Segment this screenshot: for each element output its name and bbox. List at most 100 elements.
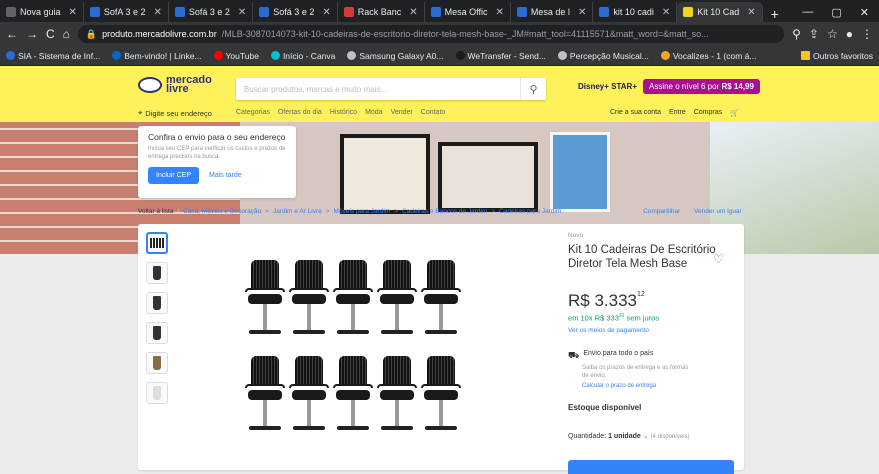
login-link[interactable]: Entre (669, 109, 686, 117)
office-chair (333, 254, 373, 350)
bookmark-item[interactable]: Bem-vindo! | Linke... (112, 51, 202, 61)
favorite-heart-icon[interactable]: ♡ (713, 252, 724, 266)
search-input[interactable]: Buscar produtos, marcas e muito mais... … (236, 78, 546, 100)
thumbnail-6[interactable] (146, 382, 168, 404)
product-main-image[interactable] (238, 254, 468, 470)
breadcrumb-item[interactable]: Cadeiras para Jardim (499, 208, 561, 215)
browser-tab[interactable]: Sofá 3 e 2 ✕ (253, 2, 338, 22)
later-button[interactable]: Mais tarde (209, 172, 242, 179)
thumbnail-5[interactable] (146, 352, 168, 374)
close-icon[interactable]: ✕ (69, 7, 77, 18)
payment-methods-link[interactable]: Ver os meios de pagamento (568, 327, 738, 334)
wall-frame (550, 132, 610, 212)
office-chair (245, 350, 285, 446)
browser-tab[interactable]: Sofá 3 e 2 ✕ (169, 2, 254, 22)
sell-similar-link[interactable]: Vender um igual (694, 208, 741, 215)
search-icon[interactable]: ⚲ (792, 27, 801, 41)
share-link[interactable]: Compartilhar (643, 208, 680, 215)
favicon-icon (343, 7, 354, 17)
condition-label: Novo (568, 232, 584, 239)
menu-icon[interactable]: ⋮ (861, 27, 873, 41)
url-domain: produto.mercadolivre.com.br (102, 29, 217, 39)
close-icon[interactable]: ✕ (578, 7, 586, 18)
bookmark-item[interactable]: Início - Canva (270, 51, 335, 61)
thumbnail-3[interactable] (146, 292, 168, 314)
wall-frame (340, 134, 430, 214)
close-icon[interactable]: ✕ (747, 7, 755, 18)
breadcrumb-item[interactable]: Casa, Móveis e Decoração (183, 208, 261, 215)
bookmark-icon (455, 51, 465, 60)
share-icon[interactable]: ⇪ (809, 27, 819, 41)
forward-icon[interactable]: → (26, 27, 38, 41)
close-icon[interactable]: ✕ (322, 7, 330, 18)
header-nav-link[interactable]: Categorias (236, 109, 270, 116)
site-header: mercado livre Buscar produtos, marcas e m… (0, 66, 879, 122)
home-icon[interactable]: ⌂ (63, 27, 70, 41)
new-tab-button[interactable]: + (763, 6, 787, 22)
breadcrumb: Voltar à lista | Casa, Móveis e Decoraçã… (138, 207, 741, 215)
close-icon[interactable]: ✕ (409, 7, 417, 18)
bookmark-icon (6, 51, 15, 60)
purchases-link[interactable]: Compras (694, 109, 722, 117)
favicon-icon (6, 7, 16, 17)
address-bar[interactable]: 🔒 produto.mercadolivre.com.br/MLB-308701… (77, 25, 785, 43)
minimize-icon[interactable]: — (802, 6, 813, 18)
promo-banner[interactable]: Disney+ STAR+ Assine o nível 6 por R$ 14… (578, 79, 760, 94)
browser-tab[interactable]: kit 10 cadi ✕ (593, 2, 678, 22)
buy-now-button[interactable] (568, 460, 734, 474)
bookmark-item[interactable]: SIA - Sistema de Inf... (6, 51, 100, 61)
office-chair (289, 350, 329, 446)
subscribe-button[interactable]: Assine o nível 6 por R$ 14,99 (642, 79, 760, 94)
close-icon[interactable]: ✕ (496, 7, 504, 18)
browser-tab[interactable]: Rack Banc ✕ (338, 2, 425, 22)
restore-icon[interactable]: ▢ (831, 6, 841, 19)
other-favorites[interactable]: Outros favoritos (801, 51, 873, 61)
header-nav-link[interactable]: Histórico (330, 109, 357, 116)
favicon-icon (683, 7, 694, 17)
header-nav-link[interactable]: Contato (421, 109, 446, 116)
thumbnail-2[interactable] (146, 262, 168, 284)
include-cep-button[interactable]: Incluir CEP (148, 167, 200, 184)
browser-tab[interactable]: Nova guia ✕ (0, 2, 84, 22)
browser-tab[interactable]: Mesa Offic ✕ (425, 2, 511, 22)
url-path: /MLB-3087014073-kit-10-cadeiras-de-escri… (221, 29, 709, 39)
browser-tab[interactable]: Mesa de l ✕ (511, 2, 594, 22)
bookmark-item[interactable]: YouTube (213, 51, 259, 61)
breadcrumb-item[interactable]: Cadeiras e Bancos de Jardim (402, 208, 487, 215)
product-card: Novo Kit 10 Cadeiras De Escritório Diret… (138, 224, 744, 474)
browser-tab[interactable]: SofA 3 e 2 ✕ (84, 2, 169, 22)
reload-icon[interactable]: C (46, 27, 55, 41)
profile-icon[interactable]: ● (846, 27, 853, 41)
mercado-livre-logo[interactable]: mercado livre (138, 75, 212, 95)
back-to-list-link[interactable]: Voltar à lista (138, 208, 173, 215)
cart-icon[interactable]: 🛒 (730, 109, 739, 117)
close-icon[interactable]: ✕ (662, 7, 670, 18)
breadcrumb-item[interactable]: Móveis para Jardim (334, 208, 391, 215)
favicon-icon (89, 7, 100, 17)
shipping-info: ⛟ Envio para todo o país (568, 350, 738, 362)
search-icon[interactable]: ⚲ (520, 78, 546, 100)
bookmark-item[interactable]: WeTransfer - Send... (455, 51, 546, 61)
create-account-link[interactable]: Crie a sua conta (610, 109, 661, 117)
header-nav-link[interactable]: Vender (391, 109, 413, 116)
chair-row (238, 254, 468, 350)
thumbnail-4[interactable] (146, 322, 168, 344)
header-nav-link[interactable]: Ofertas do dia (278, 109, 322, 116)
header-nav-link[interactable]: Moda (365, 109, 383, 116)
close-icon[interactable]: ✕ (153, 7, 161, 18)
location-selector[interactable]: ⌖ Digite seu endereço (138, 108, 212, 118)
calculate-shipping-link[interactable]: Calcular o prazo de entrega (582, 383, 738, 389)
back-icon[interactable]: ← (6, 27, 18, 41)
breadcrumb-item[interactable]: Jardim e Ar Livre (273, 208, 322, 215)
bookmark-item[interactable]: Vocalizes - 1 (com á... (660, 51, 756, 61)
browser-tab[interactable]: Kit 10 Cad ✕ (677, 2, 763, 22)
star-icon[interactable]: ☆ (827, 27, 838, 41)
bookmark-item[interactable]: Percepção Musical... (557, 51, 649, 61)
quantity-selector[interactable]: Quantidade: 1 unidade ⌄ (4 disponíveis) (568, 432, 738, 440)
close-icon[interactable]: ✕ (238, 7, 246, 18)
product-title: Kit 10 Cadeiras De Escritório Diretor Te… (568, 244, 716, 270)
close-window-icon[interactable]: ✕ (860, 6, 869, 19)
bookmark-item[interactable]: Samsung Galaxy A0... (347, 51, 444, 61)
shipping-subtext: Saiba os prazos de entrega e as formas d… (582, 364, 689, 379)
thumbnail-1[interactable] (146, 232, 168, 254)
